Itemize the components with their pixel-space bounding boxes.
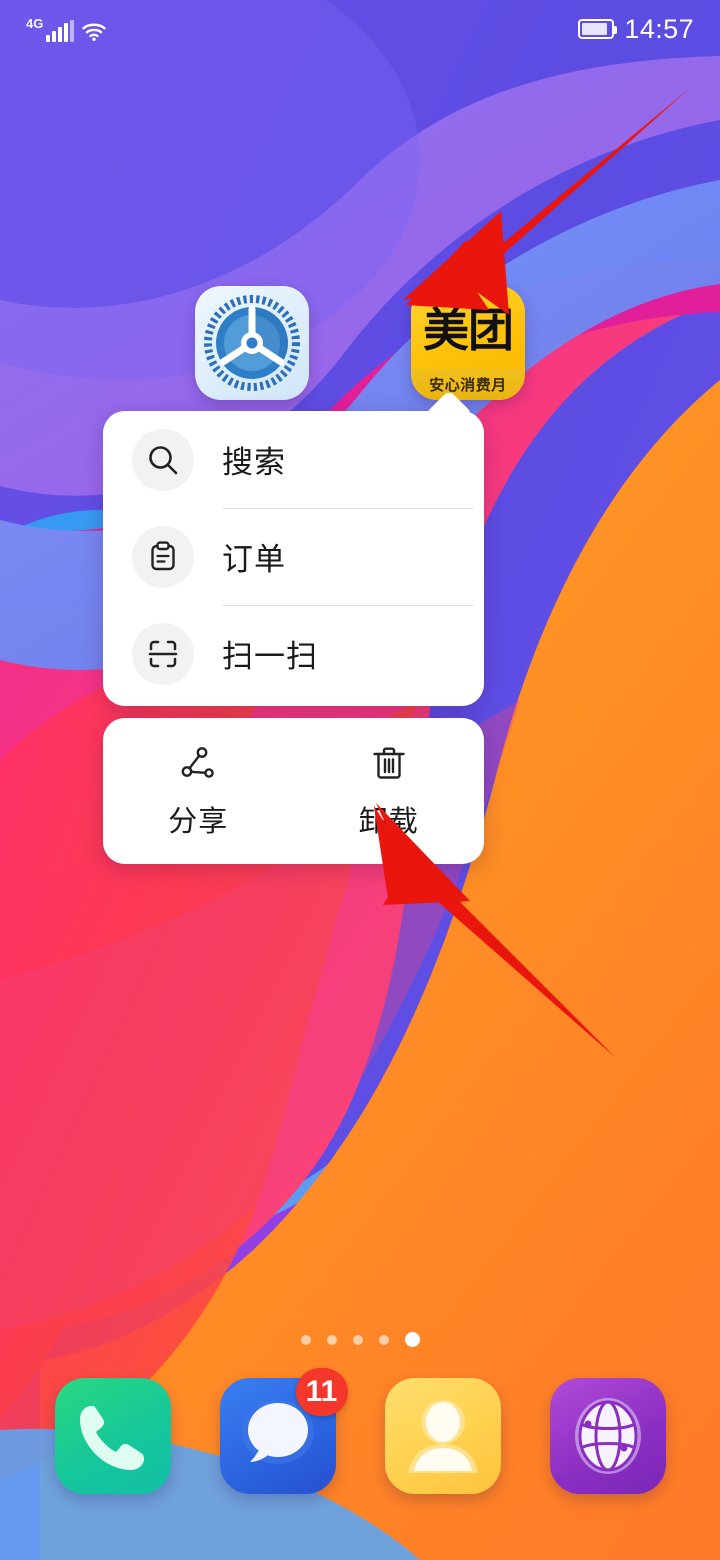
dock-item-browser[interactable] <box>549 1378 666 1494</box>
app-shortcut-menu: 搜索 订单 扫一扫 分享 卸载 <box>103 411 484 864</box>
search-icon <box>132 428 194 491</box>
share-icon <box>178 743 218 788</box>
clock-label: 14:57 <box>624 13 694 44</box>
shortcut-item-label: 搜索 <box>222 445 286 481</box>
messages-badge: 11 <box>295 1368 348 1416</box>
settings-gear-icon[interactable] <box>195 286 309 400</box>
page-indicator[interactable] <box>0 1332 720 1347</box>
page-dot[interactable] <box>352 1334 363 1345</box>
share-action[interactable]: 分享 <box>103 718 294 864</box>
page-dot[interactable] <box>300 1334 311 1345</box>
uninstall-action-label: 卸载 <box>358 803 419 838</box>
contacts-person-icon[interactable] <box>384 1378 501 1494</box>
shortcut-item-orders[interactable]: 订单 <box>103 508 484 605</box>
menu-caret <box>428 393 470 413</box>
scan-icon <box>132 622 194 685</box>
page-dot[interactable] <box>326 1334 337 1345</box>
dock-item-contacts[interactable] <box>384 1378 501 1494</box>
dock: 11 <box>0 1368 720 1518</box>
shortcut-list-card: 搜索 订单 扫一扫 <box>103 411 484 706</box>
browser-globe-icon[interactable] <box>549 1378 666 1494</box>
uninstall-action[interactable]: 卸载 <box>294 718 485 864</box>
signal-bars-icon <box>46 19 75 42</box>
shortcut-action-card: 分享 卸载 <box>103 718 484 864</box>
clipboard-icon <box>132 525 194 588</box>
battery-icon <box>578 19 618 39</box>
shortcut-item-label: 订单 <box>222 542 286 578</box>
shortcut-item-scan[interactable]: 扫一扫 <box>103 605 484 702</box>
dock-item-phone[interactable] <box>54 1378 171 1494</box>
status-bar-right: 14:57 <box>578 14 694 45</box>
phone-icon[interactable] <box>54 1378 171 1494</box>
page-dot[interactable] <box>378 1334 389 1345</box>
dock-item-messages[interactable]: 11 <box>219 1368 348 1494</box>
network-type-label: 4G <box>26 15 44 31</box>
shortcut-item-search[interactable]: 搜索 <box>103 411 484 508</box>
status-bar-left: 4G <box>26 17 107 42</box>
share-action-label: 分享 <box>168 803 229 838</box>
page-dot-active[interactable] <box>404 1332 420 1347</box>
status-bar: 4G 14:57 <box>0 0 720 58</box>
meituan-icon[interactable]: 美团 安心消费月 <box>411 286 525 400</box>
meituan-icon-text: 美团 <box>423 303 514 357</box>
wifi-icon <box>81 20 107 42</box>
shortcut-item-label: 扫一扫 <box>222 639 318 675</box>
trash-icon <box>369 743 409 788</box>
